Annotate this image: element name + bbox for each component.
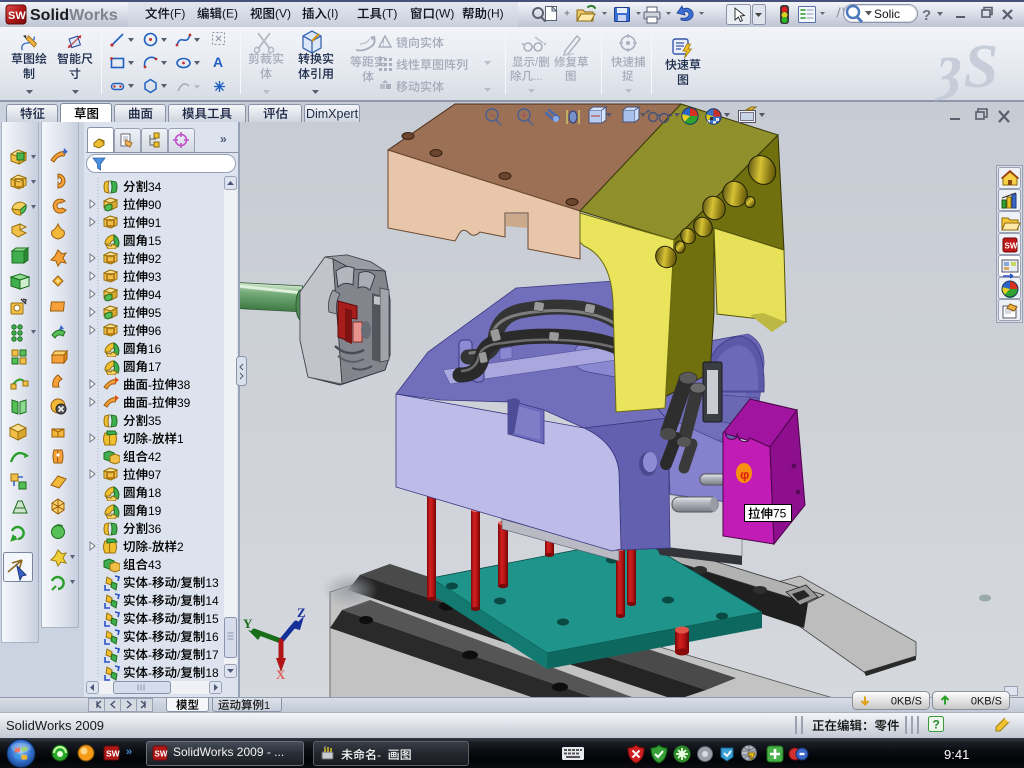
svg-text:75: 75 (773, 507, 787, 521)
svg-text:!: ! (382, 38, 385, 48)
svg-text:SW: SW (106, 749, 121, 759)
svg-text:Z: Z (297, 605, 306, 620)
svg-text:2: 2 (177, 540, 184, 554)
svg-text:Y: Y (243, 616, 253, 631)
svg-text:?: ? (922, 7, 931, 24)
svg-text:A: A (213, 54, 223, 70)
svg-text:...: ... (533, 71, 543, 83)
svg-text:(V): (V) (275, 7, 291, 21)
svg-text:(W): (W) (435, 7, 454, 21)
svg-text:(E): (E) (222, 7, 238, 21)
svg-text:SW: SW (8, 10, 26, 22)
svg-text:(F): (F) (170, 7, 185, 21)
svg-text:»: » (126, 746, 132, 758)
svg-text:φ: φ (740, 467, 749, 482)
svg-text:(I): (I) (327, 7, 338, 21)
svg-text:SolidWorks: SolidWorks (30, 7, 118, 24)
svg-text:18: 18 (205, 666, 219, 680)
svg-text:9:41: 9:41 (944, 747, 969, 762)
svg-text:SW: SW (155, 750, 168, 759)
svg-text:SW: SW (1005, 242, 1018, 251)
svg-text:0KB/S: 0KB/S (891, 696, 922, 708)
svg-text:-: - (377, 748, 381, 762)
svg-text:-: - (148, 666, 152, 680)
svg-text:(H): (H) (487, 7, 504, 21)
svg-text:39: 39 (177, 396, 191, 410)
svg-text:X: X (276, 667, 286, 682)
svg-text:1: 1 (177, 432, 184, 446)
svg-text:1: 1 (264, 700, 270, 712)
svg-text:0KB/S: 0KB/S (971, 696, 1002, 708)
svg-text:Solic: Solic (874, 7, 900, 21)
svg-text:(T): (T) (382, 7, 397, 21)
svg-text:?: ? (933, 718, 940, 732)
